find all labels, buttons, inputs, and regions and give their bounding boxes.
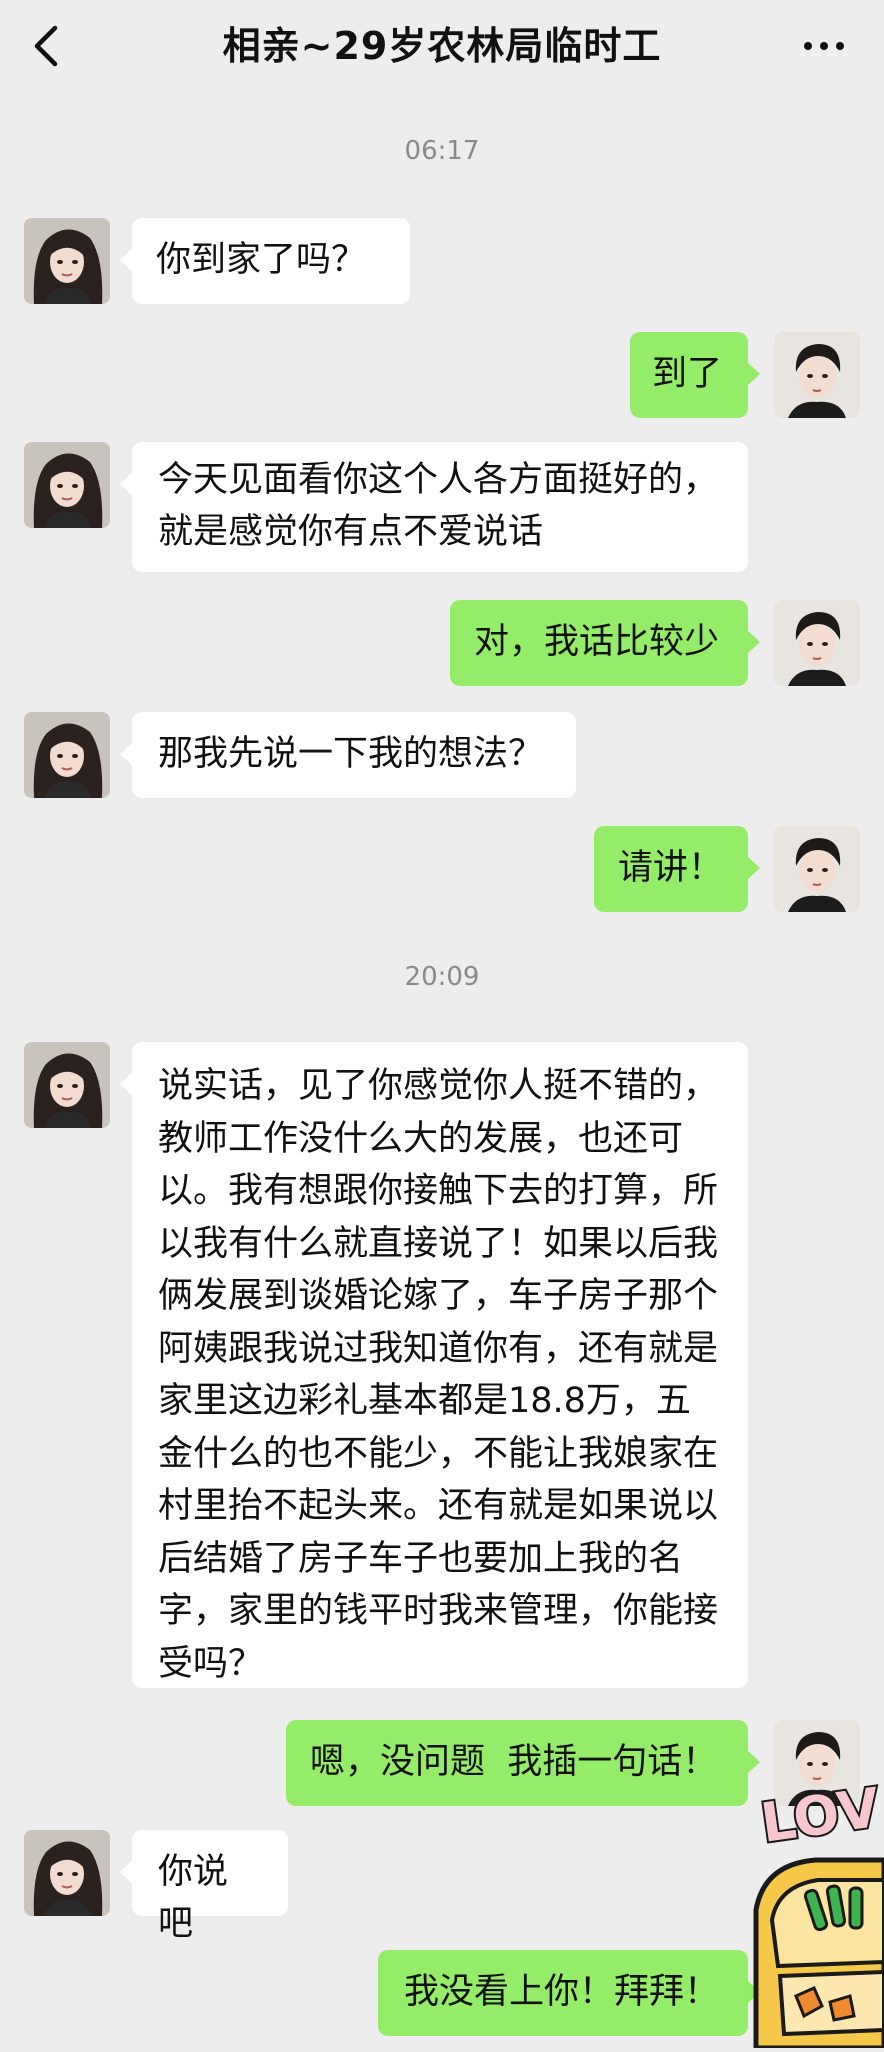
incoming-message[interactable]: 那我先说一下我的想法？ [120, 712, 576, 798]
contact-avatar[interactable] [24, 1830, 110, 1916]
outgoing-message[interactable]: 到了 [630, 332, 760, 418]
timestamp: 20:09 [404, 962, 480, 992]
my-avatar[interactable] [774, 332, 860, 418]
back-button[interactable] [24, 22, 68, 70]
more-dot [820, 42, 828, 50]
contact-avatar[interactable] [24, 442, 110, 528]
incoming-message[interactable]: 你到家了吗？ [120, 218, 410, 304]
contact-avatar[interactable] [24, 218, 110, 304]
chat-title: 相亲~29岁农林局临时工 [222, 24, 662, 68]
incoming-message[interactable]: 你说吧 [120, 1830, 288, 1944]
more-button[interactable] [794, 22, 854, 70]
outgoing-message[interactable]: 嗯，没问题 我插一句话！ [286, 1720, 760, 1806]
outgoing-message[interactable]: 我没看上你！拜拜！ [378, 1950, 760, 2036]
timestamp: 06:17 [404, 136, 480, 166]
contact-avatar[interactable] [24, 712, 110, 798]
incoming-message[interactable]: 今天见面看你这个人各方面挺好的，就是感觉你有点不爱说话 [120, 442, 748, 572]
sticker-letters: LOV [755, 1774, 884, 1857]
chat-header: 相亲~29岁农林局临时工 [0, 0, 884, 92]
outgoing-message[interactable]: 对，我话比较少 [450, 600, 760, 686]
svg-text:LOV: LOV [757, 1776, 884, 1855]
love-lunchbox-sticker[interactable]: LOV [736, 1740, 884, 2051]
my-avatar[interactable] [774, 600, 860, 686]
incoming-message[interactable]: 说实话，见了你感觉你人挺不错的，教师工作没什么大的发展，也还可以。我有想跟你接触… [120, 1042, 748, 1688]
my-avatar[interactable] [774, 826, 860, 912]
more-dots-icon [804, 42, 812, 50]
chevron-left-icon [34, 25, 58, 67]
contact-avatar[interactable] [24, 1042, 110, 1128]
outgoing-message[interactable]: 请讲！ [594, 826, 760, 912]
more-dot [836, 42, 844, 50]
